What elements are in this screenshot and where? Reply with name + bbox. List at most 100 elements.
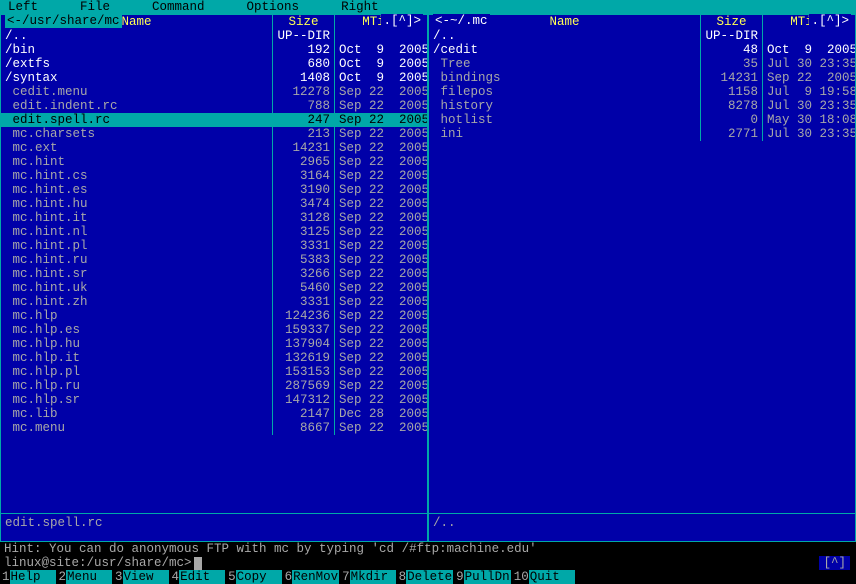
left-panel[interactable]: <-/usr/share/mc .[^]> Name Size MTime /.…	[0, 14, 428, 542]
function-key-bar[interactable]: 1Help2Menu3View4Edit5Copy6RenMov7Mkdir8D…	[0, 570, 856, 584]
fkey-quit[interactable]: Quit	[529, 570, 575, 584]
file-row[interactable]: mc.lib2147Dec 28 2005	[1, 407, 427, 421]
header-size[interactable]: Size	[273, 15, 335, 29]
left-panel-path[interactable]: <-/usr/share/mc	[5, 14, 122, 28]
right-panel-path[interactable]: <-~/.mc	[433, 14, 490, 28]
file-row[interactable]: history8278Jul 30 23:35	[429, 99, 855, 113]
file-size: 5383	[273, 253, 335, 267]
file-name: mc.hlp.pl	[1, 365, 273, 379]
file-row[interactable]: mc.hlp.pl153153Sep 22 2005	[1, 365, 427, 379]
file-row[interactable]: mc.hint.uk5460Sep 22 2005	[1, 281, 427, 295]
file-size: 159337	[273, 323, 335, 337]
file-name: /syntax	[1, 71, 273, 85]
file-size: 3474	[273, 197, 335, 211]
file-name: mc.hint.zh	[1, 295, 273, 309]
file-row[interactable]: mc.hint.cs3164Sep 22 2005	[1, 169, 427, 183]
file-row[interactable]: cedit.menu12278Sep 22 2005	[1, 85, 427, 99]
file-row[interactable]: mc.hint.pl3331Sep 22 2005	[1, 239, 427, 253]
file-name: edit.spell.rc	[1, 113, 273, 127]
file-row[interactable]: /..UP--DIR	[1, 29, 427, 43]
file-name: mc.hint	[1, 155, 273, 169]
file-row[interactable]: mc.hint2965Sep 22 2005	[1, 155, 427, 169]
file-row[interactable]: hotlist0May 30 18:08	[429, 113, 855, 127]
file-row[interactable]: mc.hint.es3190Sep 22 2005	[1, 183, 427, 197]
fkey-number: 6	[285, 570, 293, 584]
file-row[interactable]: mc.hint.sr3266Sep 22 2005	[1, 267, 427, 281]
menu-options[interactable]: Options	[247, 0, 300, 14]
file-name: cedit.menu	[1, 85, 273, 99]
fkey-delete[interactable]: Delete	[406, 570, 453, 584]
top-menubar[interactable]: Left File Command Options Right	[0, 0, 856, 14]
file-row[interactable]: bindings14231Sep 22 2005	[429, 71, 855, 85]
file-row[interactable]: /syntax1408Oct 9 2005	[1, 71, 427, 85]
fkey-menu[interactable]: Menu	[66, 570, 112, 584]
file-row[interactable]: mc.hint.ru5383Sep 22 2005	[1, 253, 427, 267]
right-file-list[interactable]: /..UP--DIR/cedit48Oct 9 2005 Tree35Jul 3…	[429, 29, 855, 513]
file-mtime: Jul 30 23:35	[763, 99, 855, 113]
fkey-copy[interactable]: Copy	[236, 570, 282, 584]
file-mtime: Sep 22 2005	[335, 183, 427, 197]
fkey-renmov[interactable]: RenMov	[292, 570, 339, 584]
file-size: 1408	[273, 71, 335, 85]
menu-left[interactable]: Left	[8, 0, 38, 14]
fkey-number: 9	[456, 570, 464, 584]
file-row[interactable]: /bin192Oct 9 2005	[1, 43, 427, 57]
right-panel-sort-indicator[interactable]: .[^]>	[809, 14, 851, 28]
file-row[interactable]: mc.hlp124236Sep 22 2005	[1, 309, 427, 323]
fkey-help[interactable]: Help	[10, 570, 56, 584]
fkey-edit[interactable]: Edit	[179, 570, 225, 584]
file-name: history	[429, 99, 701, 113]
file-row[interactable]: mc.ext14231Sep 22 2005	[1, 141, 427, 155]
file-row[interactable]: ini2771Jul 30 23:35	[429, 127, 855, 141]
file-row[interactable]: mc.menu8667Sep 22 2005	[1, 421, 427, 435]
file-size: 14231	[273, 141, 335, 155]
file-size: UP--DIR	[273, 29, 335, 43]
file-row[interactable]: edit.spell.rc247Sep 22 2005	[1, 113, 427, 127]
file-name: mc.hlp.it	[1, 351, 273, 365]
file-name: mc.hint.es	[1, 183, 273, 197]
fkey-pulldn[interactable]: PullDn	[464, 570, 511, 584]
fkey-view[interactable]: View	[123, 570, 169, 584]
file-mtime: May 30 18:08	[763, 113, 855, 127]
menu-file[interactable]: File	[80, 0, 110, 14]
file-name: /cedit	[429, 43, 701, 57]
right-panel[interactable]: <-~/.mc .[^]> Name Size MTime /..UP--DIR…	[428, 14, 856, 542]
file-row[interactable]: mc.hlp.es159337Sep 22 2005	[1, 323, 427, 337]
file-row[interactable]: mc.hint.nl3125Sep 22 2005	[1, 225, 427, 239]
file-name: filepos	[429, 85, 701, 99]
file-size: 3331	[273, 239, 335, 253]
fkey-mkdir[interactable]: Mkdir	[350, 570, 396, 584]
file-row[interactable]: mc.hlp.sr147312Sep 22 2005	[1, 393, 427, 407]
file-mtime: Jul 30 23:35	[763, 57, 855, 71]
file-row[interactable]: /extfs680Oct 9 2005	[1, 57, 427, 71]
file-size: 192	[273, 43, 335, 57]
file-mtime: Sep 22 2005	[335, 421, 427, 435]
menu-command[interactable]: Command	[152, 0, 205, 14]
file-row[interactable]: mc.hlp.hu137904Sep 22 2005	[1, 337, 427, 351]
file-row[interactable]: mc.hint.zh3331Sep 22 2005	[1, 295, 427, 309]
file-row[interactable]: edit.indent.rc788Sep 22 2005	[1, 99, 427, 113]
file-size: 12278	[273, 85, 335, 99]
file-mtime: Sep 22 2005	[335, 309, 427, 323]
file-row[interactable]: mc.hlp.ru287569Sep 22 2005	[1, 379, 427, 393]
command-prompt[interactable]: linux@site:/usr/share/mc> [^]	[0, 556, 856, 570]
file-row[interactable]: mc.charsets213Sep 22 2005	[1, 127, 427, 141]
file-row[interactable]: filepos1158Jul 9 19:58	[429, 85, 855, 99]
left-file-list[interactable]: /..UP--DIR/bin192Oct 9 2005/extfs680Oct …	[1, 29, 427, 513]
file-mtime: Oct 9 2005	[335, 71, 427, 85]
file-size: 2147	[273, 407, 335, 421]
file-row[interactable]: /..UP--DIR	[429, 29, 855, 43]
header-size[interactable]: Size	[701, 15, 763, 29]
file-row[interactable]: mc.hint.it3128Sep 22 2005	[1, 211, 427, 225]
file-size: 680	[273, 57, 335, 71]
file-mtime: Jul 9 19:58	[763, 85, 855, 99]
file-row[interactable]: mc.hlp.it132619Sep 22 2005	[1, 351, 427, 365]
file-row[interactable]: /cedit48Oct 9 2005	[429, 43, 855, 57]
fkey-number: 3	[115, 570, 123, 584]
menu-right[interactable]: Right	[341, 0, 379, 14]
file-name: bindings	[429, 71, 701, 85]
file-row[interactable]: Tree35Jul 30 23:35	[429, 57, 855, 71]
left-panel-sort-indicator[interactable]: .[^]>	[381, 14, 423, 28]
file-mtime: Sep 22 2005	[335, 393, 427, 407]
file-row[interactable]: mc.hint.hu3474Sep 22 2005	[1, 197, 427, 211]
